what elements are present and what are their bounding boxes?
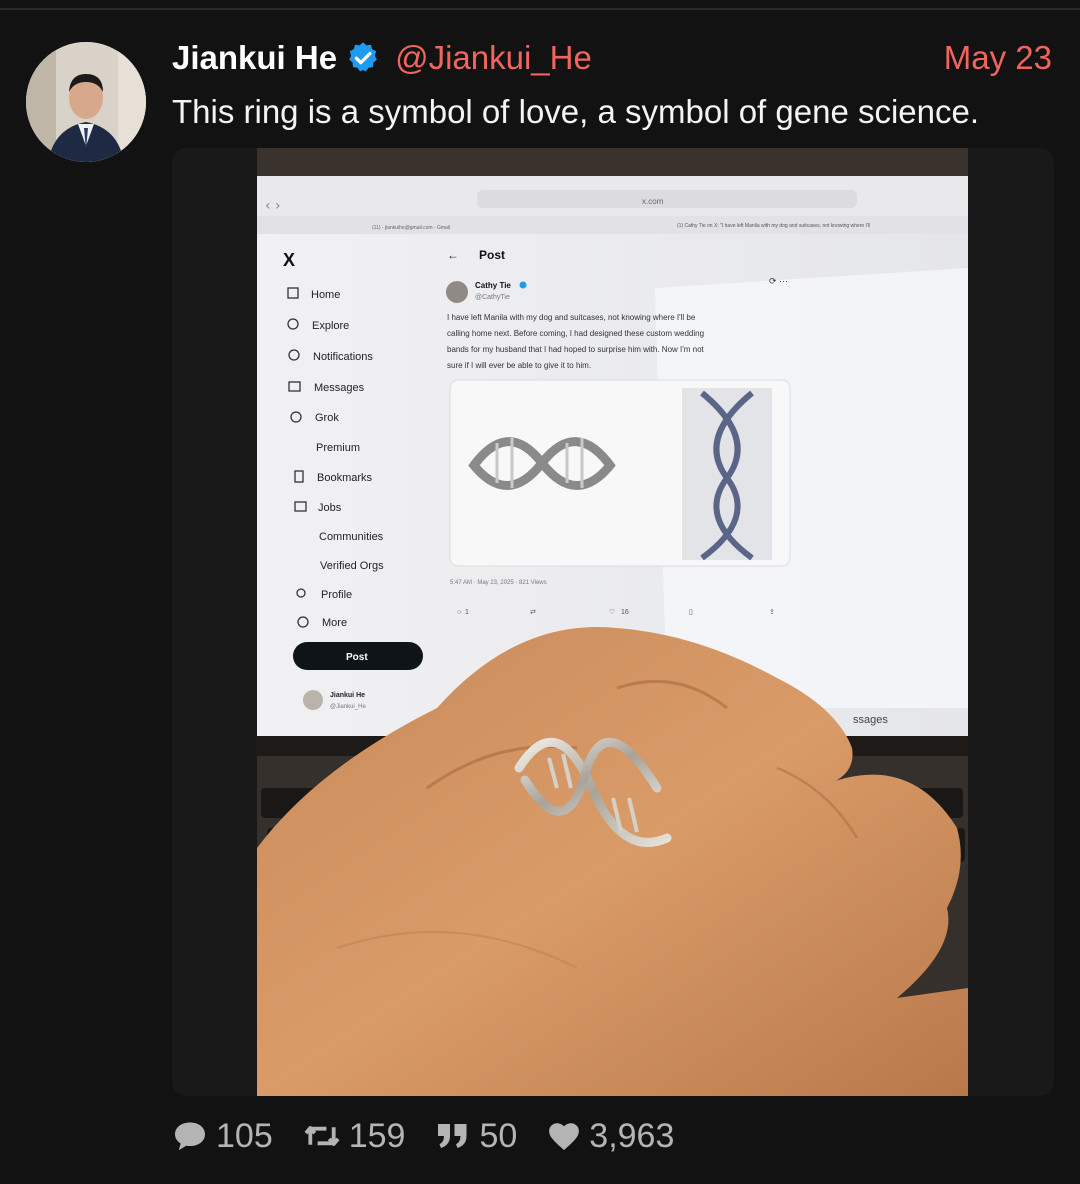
svg-text:⇪: ⇪ [769,608,775,616]
reply-count: 105 [216,1116,273,1155]
svg-text:▯: ▯ [689,609,693,616]
author-name[interactable]: Jiankui He [172,39,337,77]
reply-icon [175,1122,205,1151]
screen-tweet-author: Cathy Tie [475,281,511,290]
engagement-stats: 105 159 50 3,963 [172,1114,704,1158]
heart-icon [549,1123,580,1151]
screen-nav-jobs: Jobs [318,502,342,514]
screen-nav-grok: Grok [315,412,339,424]
quote-icon [438,1124,467,1148]
svg-text:○: ○ [457,609,461,616]
x-logo-icon: X [283,250,295,270]
screen-tab-x: (1) Cathy Tie on X: "I have left Manila … [677,223,870,229]
top-divider [0,0,1080,10]
screen-tweet-handle: @CathyTie [475,294,510,301]
avatar[interactable] [26,42,146,162]
svg-text:⟳ ···: ⟳ ··· [769,276,788,286]
screen-nav-explore: Explore [312,320,349,332]
screen-tab-gmail: (11) - jiankuihe@gmail.com - Gmail [372,225,450,231]
screen-messages-label: ssages [853,714,888,726]
screen-nav-home: Home [311,289,340,301]
quote-count: 50 [479,1116,518,1155]
screen-nav-communities: Communities [319,531,384,543]
post-header: Jiankui He @Jiankui_He [172,36,592,80]
screen-like-count: 16 [621,609,629,616]
screen-nav-profile: Profile [321,589,352,601]
screen-reply-count: 1 [465,609,469,616]
svg-text:←: ← [447,248,459,262]
screen-nav-verified-orgs: Verified Orgs [320,560,384,572]
screen-nav-notifications: Notifications [313,351,373,363]
screen-tweet-line-3: bands for my husband that I had hoped to… [447,345,705,354]
svg-text:♡: ♡ [609,608,615,616]
svg-text:⇄: ⇄ [530,609,536,616]
like-stat[interactable]: 3,963 [547,1117,674,1156]
author-handle[interactable]: @Jiankui_He [395,39,592,77]
retweet-stat[interactable]: 159 [303,1116,406,1156]
screen-nav-messages: Messages [314,382,365,394]
avatar-photo [26,42,146,162]
photo-hand-ring-laptop: ‹ › x.com (11) - jiankuihe@gmail.com - G… [257,148,968,1096]
screen-tweet-meta: 5:47 AM · May 23, 2025 · 821 Views [450,580,547,586]
like-count: 3,963 [589,1116,675,1155]
retweet-count: 159 [348,1116,406,1155]
screen-page-title: Post [479,248,505,262]
quote-stat[interactable]: 50 [435,1117,517,1156]
screen-tweet-line-2: calling home next. Before coming, I had … [447,329,704,338]
reply-stat[interactable]: 105 [172,1117,273,1156]
screen-nav-more: More [322,617,347,629]
screen-nav-premium: Premium [316,442,360,454]
screen-url: x.com [642,197,664,206]
post-date[interactable]: May 23 [944,36,1052,80]
screen-tweet-line-1: I have left Manila with my dog and suitc… [447,313,696,322]
screen-nav-bookmarks: Bookmarks [317,472,373,484]
svg-text:‹ ›: ‹ › [265,198,281,214]
screen-account-name: Jiankui He [330,692,365,699]
verified-badge-icon [345,40,381,76]
retweet-icon [304,1126,340,1146]
post-text: This ring is a symbol of love, a symbol … [172,93,980,130]
post-media[interactable]: ‹ › x.com (11) - jiankuihe@gmail.com - G… [172,148,1054,1096]
screen-tweet-line-4: sure if I will ever be able to give it t… [447,361,591,370]
screen-account-handle: @Jiankui_He [330,704,366,710]
screen-post-button: Post [346,652,368,663]
